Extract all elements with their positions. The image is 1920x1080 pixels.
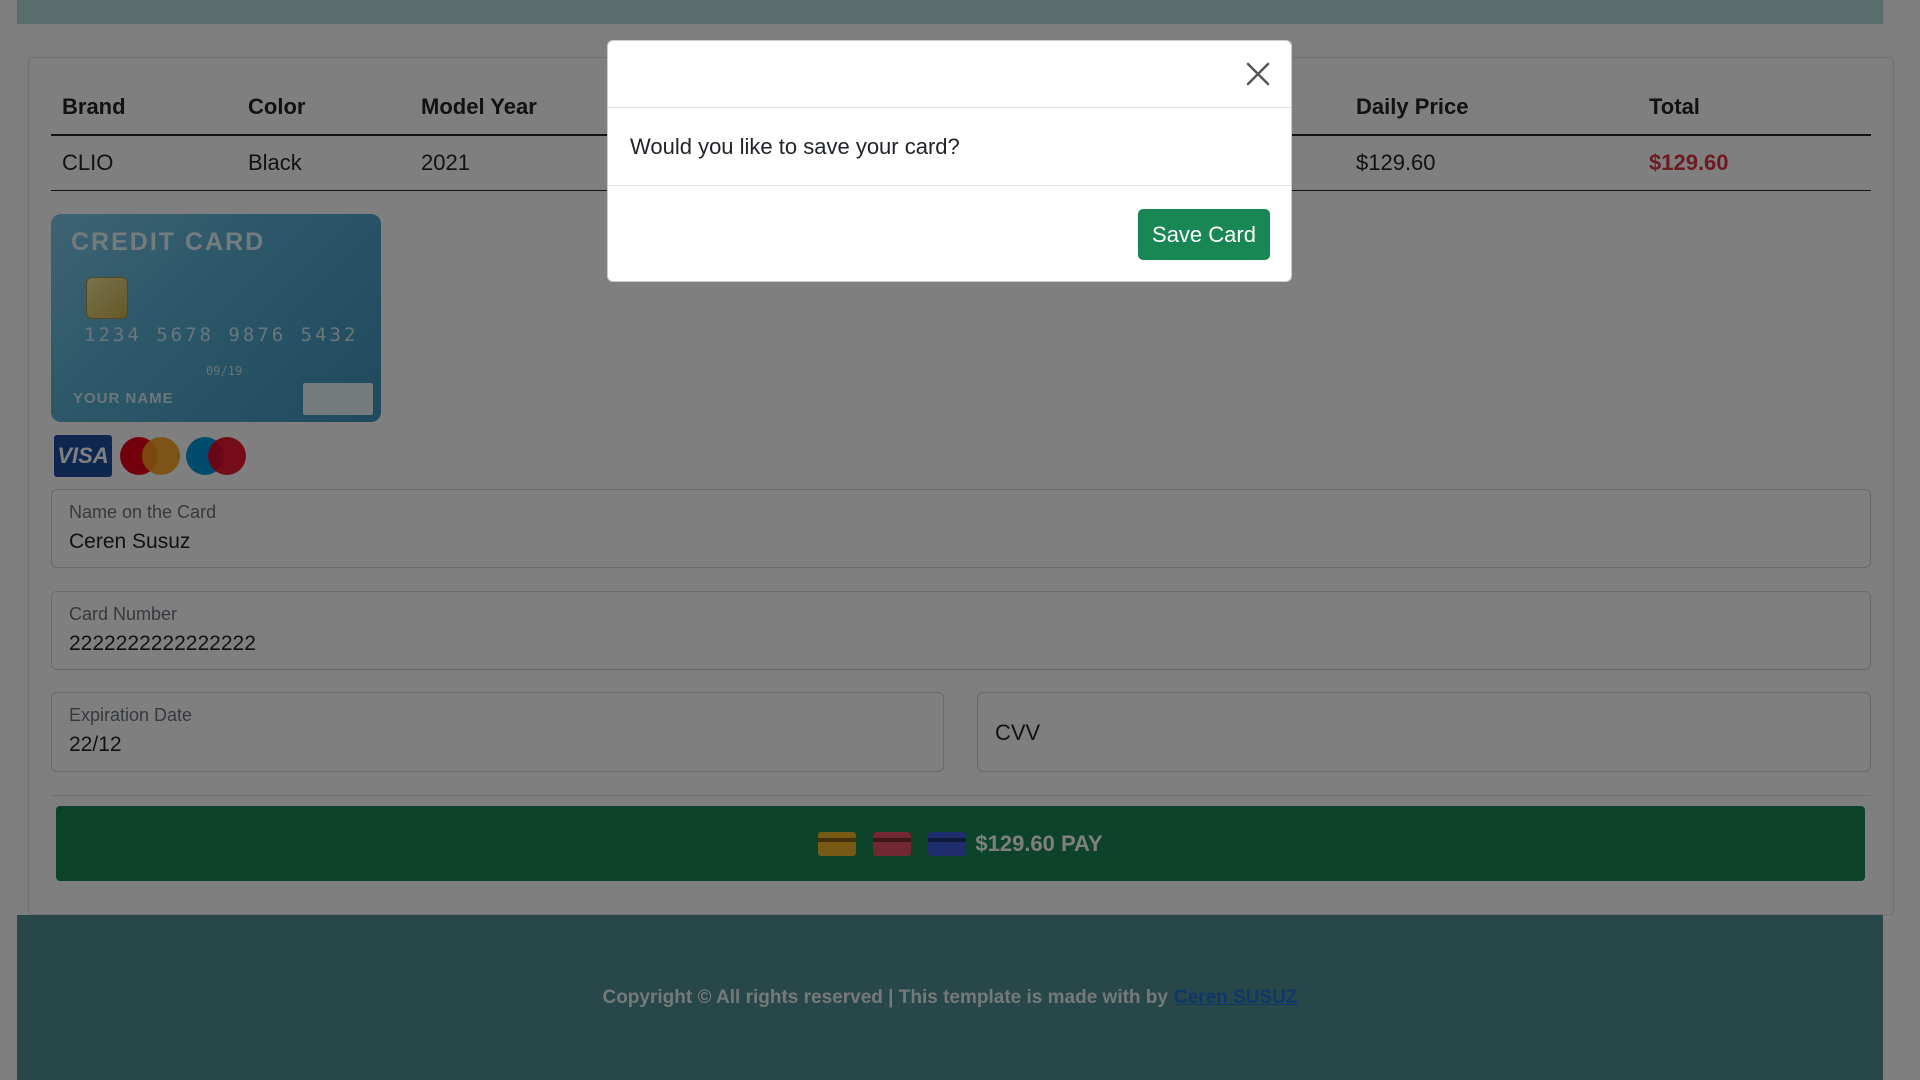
modal-header <box>608 41 1291 108</box>
close-icon[interactable] <box>1243 59 1273 89</box>
save-card-modal: Would you like to save your card? Save C… <box>607 40 1292 282</box>
modal-message: Would you like to save your card? <box>608 108 1291 186</box>
save-card-button[interactable]: Save Card <box>1138 209 1270 260</box>
modal-footer: Save Card <box>608 186 1291 281</box>
